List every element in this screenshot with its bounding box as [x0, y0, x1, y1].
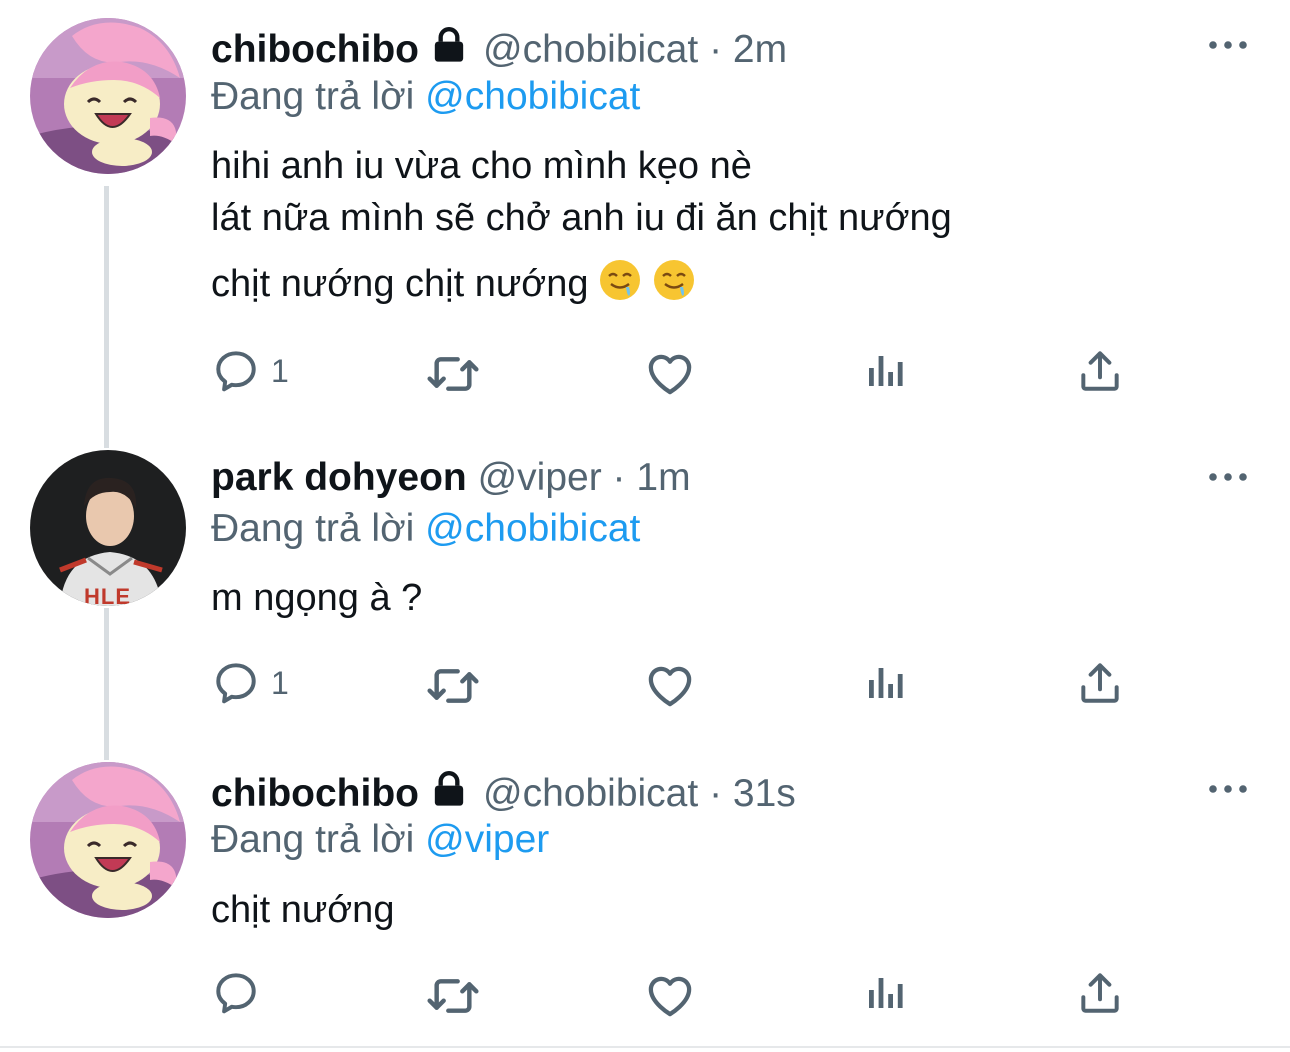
lock-icon [429, 25, 469, 65]
share-button[interactable] [1075, 658, 1125, 708]
reply-icon [211, 658, 261, 708]
avatar[interactable] [30, 18, 186, 174]
tweet[interactable]: HLE park dohyeon @viper · 1m Đang trả lờ… [0, 440, 1290, 750]
more-options-icon[interactable] [1206, 35, 1250, 55]
tweet-actions: 1 [211, 346, 1131, 406]
share-icon [1075, 658, 1125, 708]
drooling-face-emoji-icon [600, 260, 641, 300]
retweet-icon [425, 346, 481, 402]
tweet-line: lát nữa mình sẽ chở anh iu đi ăn chịt nư… [211, 197, 952, 239]
tweet-line: m ngọng à ? [211, 577, 423, 619]
analytics-button[interactable] [861, 968, 909, 1016]
avatar[interactable] [30, 762, 186, 918]
reply-mention[interactable]: @chobibicat [425, 507, 640, 550]
avatar[interactable]: HLE [30, 450, 186, 606]
more-options-icon[interactable] [1206, 779, 1250, 799]
separator: · [612, 456, 626, 499]
handle[interactable]: @chobibicat [483, 772, 698, 815]
reply-button[interactable]: 1 [211, 658, 289, 708]
handle[interactable]: @viper [478, 456, 602, 499]
reply-context: Đang trả lời @chobibicat [211, 506, 640, 552]
retweet-button[interactable] [425, 968, 481, 1024]
tweet-line: chịt nướng chịt nướng [211, 263, 589, 305]
retweet-button[interactable] [425, 346, 481, 402]
tweet[interactable]: chibochibo @chobibicat · 2m Đang trả lời … [0, 0, 1290, 440]
tweet-line-with-emoji: chịt nướng chịt nướng [211, 258, 952, 310]
drooling-face-emoji-icon [654, 260, 695, 300]
display-name[interactable]: park dohyeon [211, 456, 467, 499]
analytics-button[interactable] [861, 346, 909, 394]
analytics-icon [861, 346, 909, 394]
share-icon [1075, 346, 1125, 396]
reply-count: 1 [271, 352, 289, 389]
share-button[interactable] [1075, 346, 1125, 396]
timestamp[interactable]: 2m [733, 28, 787, 71]
analytics-button[interactable] [861, 658, 909, 706]
timestamp[interactable]: 31s [733, 772, 796, 815]
retweet-button[interactable] [425, 658, 481, 714]
lock-icon [429, 769, 469, 809]
display-name[interactable]: chibochibo [211, 28, 419, 71]
retweet-icon [425, 658, 481, 714]
tweet-actions [211, 968, 1131, 1028]
like-button[interactable] [643, 658, 697, 712]
retweet-icon [425, 968, 481, 1024]
display-name[interactable]: chibochibo [211, 772, 419, 815]
separator: · [709, 28, 723, 71]
tweet-header: park dohyeon @viper · 1m [211, 455, 691, 501]
tweet-header: chibochibo @chobibicat · 31s [211, 769, 796, 817]
analytics-icon [861, 658, 909, 706]
reply-mention[interactable]: @chobibicat [425, 75, 640, 118]
handle[interactable]: @chobibicat [483, 28, 698, 71]
tweet-actions: 1 [211, 658, 1131, 718]
like-button[interactable] [643, 968, 697, 1022]
like-icon [643, 968, 697, 1022]
reply-context: Đang trả lời @viper [211, 817, 549, 863]
tweet-line: chịt nướng [211, 889, 395, 931]
more-options-icon[interactable] [1206, 467, 1250, 487]
reply-count: 1 [271, 664, 289, 701]
share-button[interactable] [1075, 968, 1125, 1018]
tweet-text: m ngọng à ? [211, 572, 422, 624]
tweet-header: chibochibo @chobibicat · 2m [211, 25, 787, 73]
reply-mention[interactable]: @viper [425, 818, 549, 861]
like-button[interactable] [643, 346, 697, 400]
like-icon [643, 658, 697, 712]
tweet[interactable]: chibochibo @chobibicat · 31s Đang trả lời… [0, 750, 1290, 1046]
like-icon [643, 346, 697, 400]
avatar-jersey-text: HLE [84, 584, 131, 607]
reply-icon [211, 968, 261, 1018]
separator: · [709, 772, 723, 815]
reply-prefix: Đang trả lời [211, 507, 415, 550]
timestamp[interactable]: 1m [636, 456, 690, 499]
tweet-line: hihi anh iu vừa cho mình kẹo nè [211, 145, 752, 187]
share-icon [1075, 968, 1125, 1018]
tweet-text: hihi anh iu vừa cho mình kẹo nè lát nữa … [211, 140, 952, 310]
divider [0, 1046, 1290, 1048]
reply-button[interactable] [211, 968, 271, 1018]
reply-prefix: Đang trả lời [211, 818, 415, 861]
reply-context: Đang trả lời @chobibicat [211, 74, 640, 120]
reply-prefix: Đang trả lời [211, 75, 415, 118]
reply-icon [211, 346, 261, 396]
tweet-text: chịt nướng [211, 884, 394, 936]
reply-button[interactable]: 1 [211, 346, 289, 396]
analytics-icon [861, 968, 909, 1016]
